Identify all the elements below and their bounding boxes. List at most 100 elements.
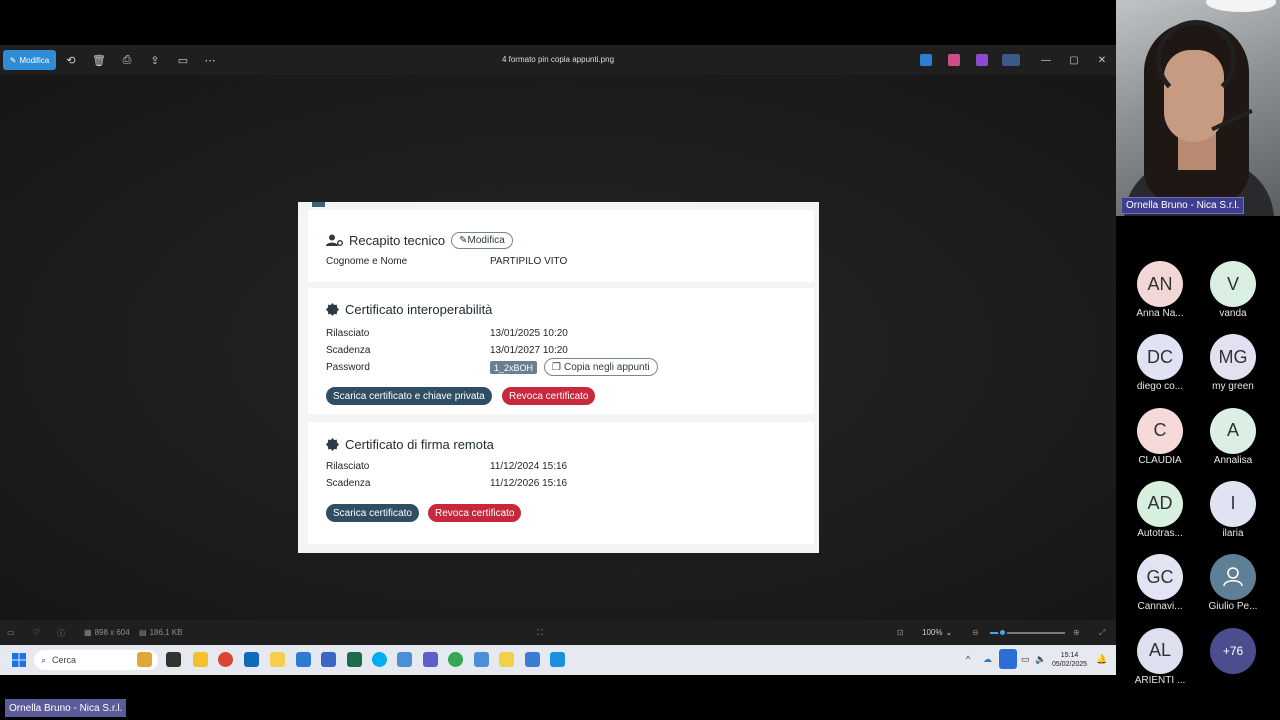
revoke-interop-button[interactable]: Revoca certificato bbox=[502, 387, 596, 405]
app-icon-b[interactable] bbox=[474, 652, 489, 667]
remote-signature-card: Certificato di firma remota Rilasciato 1… bbox=[308, 422, 814, 544]
outlook-icon[interactable] bbox=[244, 652, 259, 667]
taskbar-clock[interactable]: 15:14 05/02/2025 bbox=[1052, 651, 1087, 669]
clock-time: 15:14 bbox=[1060, 652, 1079, 659]
participant-tile[interactable]: C CLAUDIA bbox=[1125, 407, 1195, 466]
clipboard-icon: ❐ bbox=[552, 361, 561, 373]
app-icon-mail[interactable] bbox=[347, 652, 362, 667]
fullscreen-icon[interactable]: ⤢ bbox=[1099, 628, 1105, 638]
recapito-card: Recapito tecnico ✎ Modifica Cognome e Nom… bbox=[308, 210, 814, 282]
viewer-statusbar: ▭ ♡ ⓘ ▦ 898 x 604 ▤ 186,1 KB ⛶ ⊡ 100% ⌄ ⊖ ⊕… bbox=[0, 620, 1116, 645]
ceiling-light bbox=[1206, 0, 1276, 12]
onedrive-icon[interactable]: ☁ bbox=[983, 654, 992, 665]
app-icon-calc[interactable] bbox=[525, 652, 540, 667]
app-icon-a[interactable] bbox=[397, 652, 412, 667]
chrome-icon-2[interactable] bbox=[448, 652, 463, 667]
download-cert-button[interactable]: Scarica certificato bbox=[326, 504, 419, 522]
close-icon[interactable]: ✕ bbox=[1094, 52, 1110, 68]
windows-start-icon[interactable] bbox=[12, 653, 26, 667]
headset-icon bbox=[1156, 20, 1236, 100]
tray-chevron-up-icon[interactable]: ^ bbox=[966, 654, 970, 664]
app-icon-1[interactable] bbox=[920, 54, 932, 66]
name-label: Cognome e Nome bbox=[326, 256, 408, 267]
app-icon-notes-2[interactable] bbox=[499, 652, 514, 667]
download-cert-key-button[interactable]: Scarica certificato e chiave privata bbox=[326, 387, 492, 405]
interop-title-row: Certificato interoperabilità bbox=[326, 302, 492, 317]
participant-name: ARIENTI ... bbox=[1134, 674, 1186, 686]
participant-tile[interactable]: AL ARIENTI ... bbox=[1125, 627, 1195, 686]
participant-avatar: DC bbox=[1137, 334, 1183, 381]
chrome-icon[interactable] bbox=[218, 652, 233, 667]
participant-tile[interactable]: AD Autotras... bbox=[1125, 480, 1195, 539]
participant-tile[interactable]: Vvanda bbox=[1198, 261, 1268, 319]
participant-tile[interactable]: MG my green bbox=[1198, 334, 1268, 392]
maximize-icon[interactable]: ▢ bbox=[1066, 52, 1082, 68]
cloud-icon[interactable] bbox=[1002, 54, 1020, 66]
notes-icon[interactable] bbox=[270, 652, 285, 667]
widget-icon[interactable] bbox=[137, 652, 152, 667]
participant-tile[interactable]: Iilaria bbox=[1198, 480, 1268, 539]
heart-icon[interactable]: ♡ bbox=[33, 628, 40, 637]
app-icon-3[interactable] bbox=[976, 54, 988, 66]
zoom-out-icon[interactable]: ⊖ bbox=[972, 628, 979, 637]
displayed-image: Recapito tecnico ✎ Modifica Cognome e Nom… bbox=[298, 202, 819, 553]
zoom-select[interactable]: 100% ⌄ bbox=[922, 628, 952, 637]
teams-icon[interactable] bbox=[423, 652, 438, 667]
filesize-value: 186,1 KB bbox=[149, 628, 183, 637]
recapito-edit-button[interactable]: ✎ Modifica bbox=[451, 232, 513, 249]
speaker-name-label: Ornella Bruno - Nica S.r.l. bbox=[1121, 197, 1245, 214]
filesize-info: ▤ 186,1 KB bbox=[139, 628, 182, 637]
speaker-video[interactable] bbox=[1116, 0, 1280, 216]
copy-label: Copia negli appunti bbox=[563, 361, 650, 373]
zoom-slider-handle[interactable] bbox=[998, 628, 1007, 637]
network-icon[interactable]: ▭ bbox=[1021, 654, 1030, 665]
notification-bell-icon[interactable]: 🔔 bbox=[1096, 654, 1107, 665]
copy-to-clipboard-button[interactable]: ❐ Copia negli appunti bbox=[544, 358, 658, 376]
interop-title: Certificato interoperabilità bbox=[345, 302, 493, 317]
participant-tile[interactable]: GC Cannavi... bbox=[1125, 554, 1195, 612]
fit-view-icon[interactable]: ⛶ bbox=[537, 628, 543, 638]
participant-tile[interactable]: DC diego co... bbox=[1125, 334, 1195, 392]
screen: ✎ Modifica ⟲ 🗑 ⎙ ⇪ ▭ ⋯ 4 formato pin cop… bbox=[0, 0, 1280, 720]
app-icon-w[interactable] bbox=[321, 652, 336, 667]
certificate-badge-icon bbox=[326, 303, 339, 316]
user-silhouette-icon bbox=[1210, 554, 1256, 601]
info-icon[interactable]: ⓘ bbox=[57, 628, 65, 639]
participant-name: my green bbox=[1212, 381, 1254, 393]
remote-title: Certificato di firma remota bbox=[345, 437, 494, 452]
viewer-toolbar: ✎ Modifica ⟲ 🗑 ⎙ ⇪ ▭ ⋯ 4 formato pin cop… bbox=[0, 45, 1116, 75]
remote-issued-label: Rilasciato bbox=[326, 461, 370, 472]
remote-expiry-label: Scadenza bbox=[326, 478, 371, 489]
certificate-badge-icon bbox=[326, 438, 339, 451]
windows-taskbar: ⌕ Cerca ^ ☁ ▭ 🔈 15:14 05/02/2025 🔔 bbox=[0, 645, 1116, 675]
store-icon[interactable] bbox=[296, 652, 311, 667]
participant-name: Anna Na... bbox=[1136, 308, 1184, 319]
participant-avatar: I bbox=[1210, 480, 1256, 527]
name-value: PARTIPILO VITO bbox=[490, 256, 568, 267]
file-explorer-icon[interactable] bbox=[193, 652, 208, 667]
actual-size-icon[interactable]: ⊡ bbox=[897, 628, 904, 637]
photos-icon[interactable] bbox=[550, 652, 565, 667]
interop-expiry-value: 13/01/2027 10:20 bbox=[490, 345, 568, 356]
zoom-in-icon[interactable]: ⊕ bbox=[1073, 628, 1080, 637]
participant-name: Giulio Pe... bbox=[1208, 601, 1258, 613]
app-icon-2[interactable] bbox=[948, 54, 960, 66]
participant-tile[interactable]: +76 bbox=[1198, 627, 1268, 674]
password-value[interactable]: 1_2xBOH bbox=[490, 361, 538, 374]
minimize-icon[interactable]: — bbox=[1038, 52, 1054, 68]
participant-tile[interactable]: A Annalisa bbox=[1198, 407, 1268, 466]
skype-icon[interactable] bbox=[372, 652, 387, 667]
task-view-icon[interactable] bbox=[166, 652, 181, 667]
more-participants-badge: +76 bbox=[1210, 627, 1256, 674]
participant-tile[interactable]: AN Anna Na... bbox=[1125, 261, 1195, 319]
microphone-icon[interactable] bbox=[999, 649, 1017, 669]
participant-avatar: GC bbox=[1137, 554, 1183, 601]
user-gear-icon bbox=[326, 234, 343, 246]
participant-tile[interactable]: Giulio Pe... bbox=[1198, 554, 1268, 612]
participant-avatar: AD bbox=[1137, 480, 1183, 527]
tab-marker bbox=[312, 202, 325, 207]
revoke-remote-button[interactable]: Revoca certificato bbox=[428, 504, 522, 522]
volume-icon[interactable]: 🔈 bbox=[1035, 654, 1046, 665]
recapito-edit-label: Modifica bbox=[467, 235, 505, 246]
filmstrip-icon[interactable]: ▭ bbox=[7, 628, 15, 637]
